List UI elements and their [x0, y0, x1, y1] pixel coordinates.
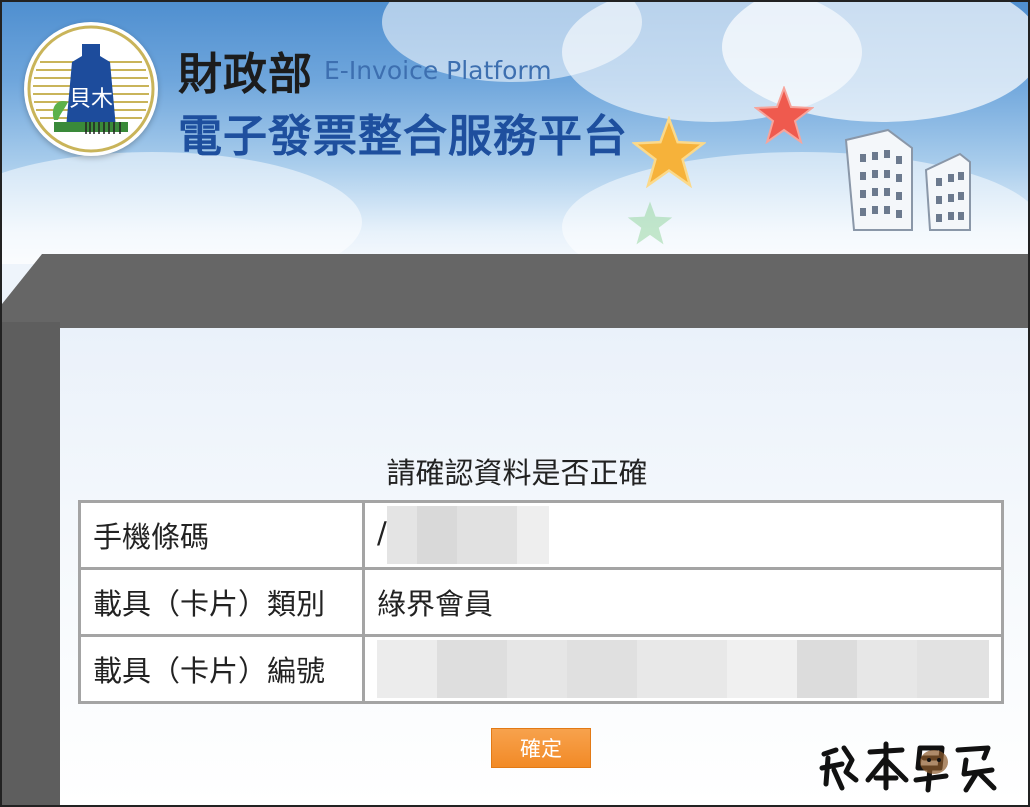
table-row: 載具（卡片）編號	[78, 634, 1004, 704]
svg-text:貝木: 貝木	[69, 87, 113, 112]
carrier-number-value	[362, 634, 1004, 704]
mobile-barcode-label: 手機條碼	[78, 500, 365, 570]
platform-chinese-title: 電子發票整合服務平台	[178, 111, 628, 162]
star-icon	[632, 116, 706, 188]
platform-english-title: E-Invoice Platform	[324, 56, 552, 85]
carrier-type-value: 綠界會員	[362, 567, 1004, 637]
ministry-title: 財政部	[178, 49, 313, 100]
panel-left-bar	[2, 322, 60, 805]
header-banner: 貝木 財政部 E-Invoice Platform 電子發票整合服務平台	[2, 2, 1028, 264]
ministry-logo-icon: 貝木	[24, 22, 158, 156]
carrier-info-table: 手機條碼 / 載具（卡片）類別 綠界會員 載具（卡片）編號	[78, 500, 1004, 704]
panel-top-bar	[2, 254, 1028, 332]
signature-watermark	[819, 741, 997, 793]
redacted-value	[386, 506, 549, 564]
table-row: 載具（卡片）類別 綠界會員	[78, 567, 1004, 637]
carrier-number-label: 載具（卡片）編號	[78, 634, 365, 704]
carrier-type-label: 載具（卡片）類別	[78, 567, 365, 637]
cloud	[2, 152, 362, 264]
mobile-barcode-value: /	[362, 500, 1004, 570]
table-row: 手機條碼 /	[78, 500, 1004, 570]
redacted-value	[377, 640, 989, 698]
star-icon	[754, 86, 814, 144]
building-icon	[844, 128, 971, 231]
confirm-heading: 請確認資料是否正確	[386, 456, 648, 490]
mobile-barcode-prefix: /	[377, 516, 387, 550]
page-frame: 貝木 財政部 E-Invoice Platform 電子發票整合服務平台 請確認…	[0, 0, 1030, 807]
confirm-button[interactable]: 確定	[491, 728, 591, 768]
star-icon	[627, 201, 673, 245]
